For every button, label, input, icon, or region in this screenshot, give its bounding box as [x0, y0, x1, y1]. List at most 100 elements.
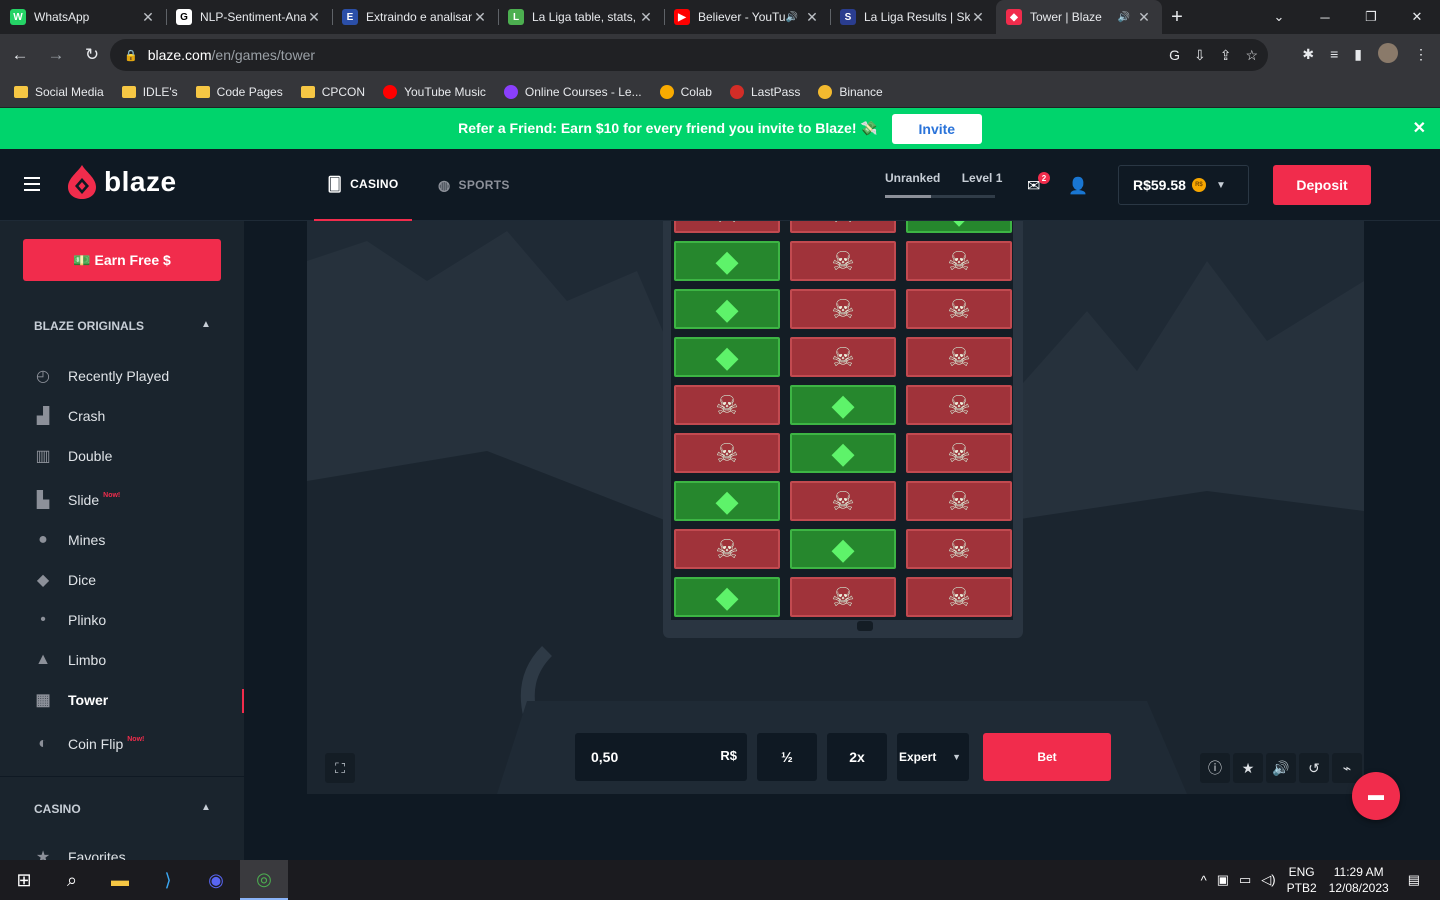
bookmark-item[interactable]: Colab [659, 84, 712, 99]
back-icon[interactable]: ← [4, 45, 36, 65]
language-indicator[interactable]: ENG PTB2 [1287, 864, 1317, 896]
bookmark-item[interactable]: Code Pages [195, 85, 283, 99]
browser-tab[interactable]: E Extraindo e analisando✕ [332, 0, 498, 34]
webcam-icon[interactable]: ▣ [1217, 872, 1229, 888]
fullscreen-icon[interactable]: ⛶ [325, 753, 355, 783]
tower-cell-gem: ◆ [790, 385, 896, 425]
half-button[interactable]: ½ [757, 733, 817, 781]
file-explorer-icon[interactable]: ▬ [96, 860, 144, 900]
tray-chevron-icon[interactable]: ^ [1201, 873, 1207, 888]
double-button[interactable]: 2x [827, 733, 887, 781]
bookmark-item[interactable]: Social Media [14, 85, 104, 99]
extensions-icon[interactable]: ✱ [1302, 46, 1314, 63]
reload-icon[interactable]: ↻ [76, 45, 108, 65]
browser-toolbar: ← → ↻ 🔒 blaze.com/en/games/tower G ⇩ ⇪ ☆… [0, 34, 1440, 76]
originals-header[interactable]: BLAZE ORIGINALS [34, 319, 144, 333]
bookmark-item[interactable]: IDLE's [121, 85, 178, 99]
network-icon[interactable]: ▭ [1239, 872, 1251, 888]
sidebar-item-plinko[interactable]: • Plinko [32, 608, 106, 632]
discord-icon[interactable]: ◉ [192, 860, 240, 900]
browser-tab[interactable]: ◆ Tower | Blaze 🔊 ✕ [996, 0, 1162, 34]
bookmark-item[interactable]: YouTube Music [383, 84, 486, 99]
menu-icon[interactable] [24, 177, 40, 195]
browser-tab[interactable]: W WhatsApp ✕ [0, 0, 166, 34]
sidebar-item-dice[interactable]: ◆ Dice [32, 568, 96, 592]
bookmark-item[interactable]: Binance [818, 84, 883, 99]
tab-close-icon[interactable]: ✕ [306, 9, 322, 26]
deposit-button[interactable]: Deposit [1273, 165, 1371, 205]
browser-tab[interactable]: S La Liga Results | Sky ✕ [830, 0, 996, 34]
window-controls: ⌄ ─ ❐ ✕ [1256, 0, 1440, 34]
notification-icon[interactable]: ▤ [1408, 872, 1420, 888]
install-icon[interactable]: ⇩ [1194, 47, 1206, 64]
casino-header[interactable]: CASINO [34, 802, 81, 816]
bookmark-star-icon[interactable]: ☆ [1245, 47, 1258, 64]
vscode-icon[interactable]: ⟩ [144, 860, 192, 900]
invite-button[interactable]: Invite [891, 113, 982, 144]
windows-start-icon[interactable]: ⊞ [0, 860, 48, 900]
profile-avatar[interactable] [1378, 43, 1398, 63]
bookmark-item[interactable]: CPCON [300, 84, 366, 99]
tab-search-icon[interactable]: ⌄ [1256, 0, 1302, 34]
tab-sports[interactable]: ◍ SPORTS [438, 149, 510, 221]
browser-tab[interactable]: L La Liga table, stats, ✕ [498, 0, 664, 34]
difficulty-select[interactable]: Expert ▼ [897, 733, 969, 781]
tab-casino[interactable]: 🂠 CASINO [314, 149, 412, 221]
rank-info[interactable]: Unranked Level 1 [885, 171, 1002, 185]
forward-icon[interactable]: → [40, 45, 72, 65]
tab-close-icon[interactable]: ✕ [472, 9, 488, 26]
sound-icon[interactable]: 🔊 [1266, 753, 1296, 783]
close-banner-icon[interactable]: ✕ [1413, 118, 1426, 138]
sidebar-item-recently-played[interactable]: ◴ Recently Played [32, 364, 169, 388]
tower-cell-skull: ☠ [790, 221, 896, 233]
earn-free-button[interactable]: 💵 Earn Free $ [23, 239, 221, 281]
google-icon[interactable]: G [1169, 47, 1180, 64]
tab-close-icon[interactable]: ✕ [1136, 9, 1152, 26]
tab-close-icon[interactable]: ✕ [804, 9, 820, 26]
restore-icon[interactable]: ❐ [1348, 0, 1394, 34]
tab-close-icon[interactable]: ✕ [970, 9, 986, 26]
close-window-icon[interactable]: ✕ [1394, 0, 1440, 34]
minimize-icon[interactable]: ─ [1302, 0, 1348, 34]
sidebar-item-mines[interactable]: ● Mines [32, 528, 105, 552]
chrome-menu-icon[interactable]: ⋮ [1414, 46, 1428, 63]
bet-button[interactable]: Bet [983, 733, 1111, 781]
new-tab-button[interactable]: + [1162, 6, 1192, 29]
share-icon[interactable]: ⇪ [1220, 47, 1232, 64]
sidebar-item-slide[interactable]: ▙ Slide Now! [32, 488, 120, 512]
info-icon[interactable]: ⓘ [1200, 753, 1230, 783]
tab-close-icon[interactable]: ✕ [140, 9, 156, 26]
bet-amount-input[interactable]: 0,50 R$ [575, 733, 747, 781]
bookmark-label: CPCON [321, 84, 366, 99]
blaze-logo[interactable]: blaze [66, 164, 177, 200]
stats-icon[interactable]: ⌁ [1332, 753, 1362, 783]
chat-bubble-icon[interactable]: ▬ [1352, 772, 1400, 820]
tab-close-icon[interactable]: ✕ [638, 9, 654, 26]
user-icon[interactable]: 👤 [1068, 176, 1088, 196]
history-icon[interactable]: ↺ [1299, 753, 1329, 783]
bookmark-item[interactable]: LastPass [729, 84, 800, 99]
media-control-icon[interactable]: ≡ [1330, 46, 1338, 63]
tab-audio-icon[interactable]: 🔊 [786, 12, 798, 23]
sidebar-item-tower[interactable]: ▦ Tower [32, 688, 108, 712]
sidebar-item-double[interactable]: ▥ Double [32, 444, 112, 468]
bookmark-item[interactable]: Online Courses - Le... [503, 84, 642, 99]
sidebar-item-label: Mines [68, 532, 106, 548]
sidebar-item-limbo[interactable]: ▲ Limbo [32, 648, 106, 672]
favorite-star-icon[interactable]: ★ [1233, 753, 1263, 783]
sidebar-item-favorites[interactable]: ★ Favorites [32, 845, 126, 860]
browser-tab[interactable]: ▶ Believer - YouTube🔊 ✕ [664, 0, 830, 34]
address-bar[interactable]: 🔒 blaze.com/en/games/tower G ⇩ ⇪ ☆ [110, 39, 1268, 71]
sidebar-item-crash[interactable]: ▟ Crash [32, 404, 106, 428]
wallet-dropdown[interactable]: R$59.58 R$ ▼ [1118, 165, 1249, 205]
clock[interactable]: 11:29 AM 12/08/2023 [1329, 864, 1389, 896]
chevron-up-icon[interactable]: ▲ [201, 802, 211, 813]
browser-tab[interactable]: G NLP-Sentiment-Analysis✕ [166, 0, 332, 34]
chrome-icon[interactable]: ◎ [240, 860, 288, 900]
search-icon[interactable]: ⌕ [48, 860, 96, 900]
sidebar-item-coin-flip[interactable]: ◐ Coin Flip Now! [32, 732, 144, 756]
tab-audio-icon[interactable]: 🔊 [1118, 12, 1130, 23]
volume-icon[interactable]: ◁) [1261, 872, 1275, 888]
side-panel-icon[interactable]: ▮ [1354, 46, 1362, 63]
chevron-up-icon[interactable]: ▲ [201, 319, 211, 330]
